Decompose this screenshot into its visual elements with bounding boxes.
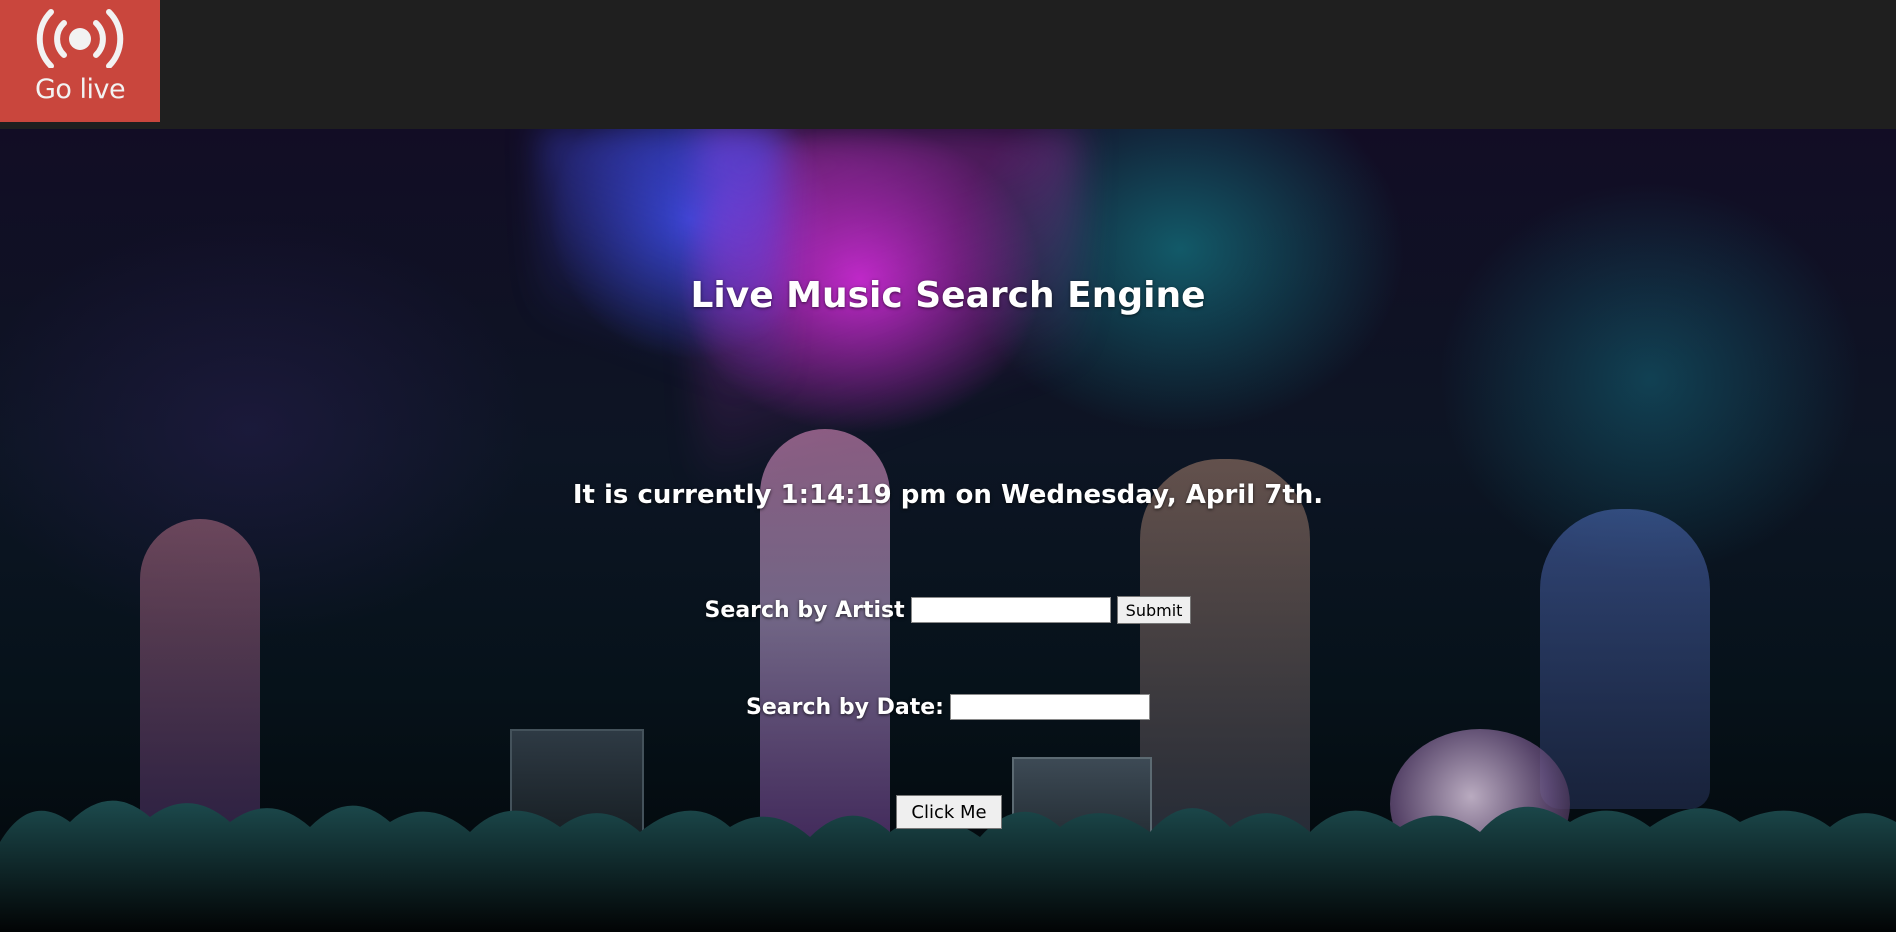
artist-submit-button[interactable]: Submit — [1116, 596, 1192, 624]
date-search-label: Search by Date: — [746, 694, 944, 720]
go-live-label: Go live — [34, 74, 126, 105]
broadcast-icon — [36, 9, 124, 68]
artist-search-input[interactable] — [910, 597, 1111, 623]
go-live-button[interactable]: Go live — [0, 0, 160, 122]
current-time-text: It is currently 1:14:19 pm on Wednesday,… — [572, 480, 1324, 510]
top-bar: Go live — [0, 0, 1896, 129]
page-title: Live Music Search Engine — [690, 275, 1206, 316]
stage-light-beam — [540, 129, 780, 389]
click-me-button[interactable]: Click Me — [896, 795, 1002, 829]
artist-search-label: Search by Artist — [704, 597, 905, 623]
artist-search-row: Search by Artist Submit — [0, 596, 1896, 624]
date-search-row: Search by Date: — [0, 694, 1896, 720]
date-search-input[interactable] — [949, 694, 1150, 720]
performer-drummer — [1540, 509, 1710, 809]
